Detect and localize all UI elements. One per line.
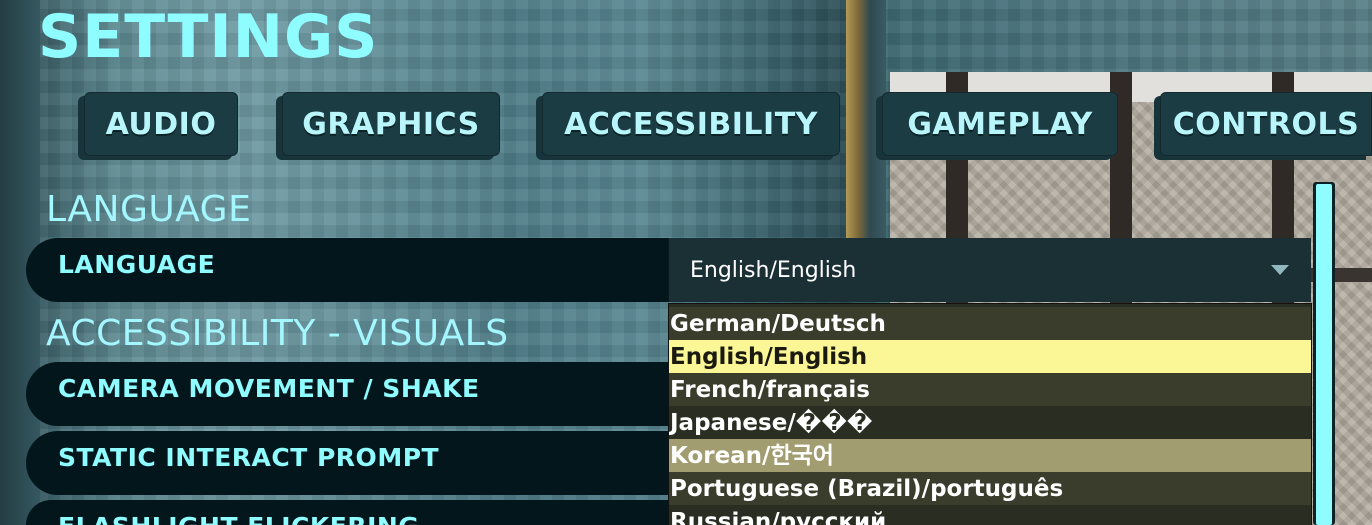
scrollbar-thumb[interactable] [1316,184,1332,525]
setting-row-static-prompt[interactable]: STATIC INTERACT PROMPT [26,431,668,495]
language-option-english[interactable]: English/English [669,340,1311,373]
language-option-russian[interactable]: Russian/русский [669,505,1311,525]
setting-label-camera-shake: CAMERA MOVEMENT / SHAKE [58,374,480,403]
tab-accessibility[interactable]: ACCESSIBILITY [542,92,840,156]
tab-graphics[interactable]: GRAPHICS [282,92,500,156]
setting-row-flashlight[interactable]: FLASHLIGHT FLICKERING [26,500,668,525]
tab-gameplay[interactable]: GAMEPLAY [882,92,1118,156]
setting-row-language: LANGUAGE [26,238,668,302]
language-option-portuguese[interactable]: Portuguese (Brazil)/português [669,472,1311,505]
language-dropdown[interactable]: English/English [668,238,1311,302]
language-option-german[interactable]: German/Deutsch [669,307,1311,340]
language-dropdown-list: German/Deutsch English/English French/fr… [668,303,1312,525]
language-option-french[interactable]: French/français [669,373,1311,406]
setting-label-language: LANGUAGE [58,250,216,279]
tab-audio[interactable]: AUDIO [84,92,238,156]
section-header-accessibility-visuals: ACCESSIBILITY - VISUALS [46,313,509,354]
language-option-japanese[interactable]: Japanese/��� [669,406,1311,439]
chevron-down-icon[interactable] [1271,265,1289,275]
language-option-korean[interactable]: Korean/한국어 [669,439,1311,472]
setting-label-static-prompt: STATIC INTERACT PROMPT [58,443,440,472]
language-dropdown-value: English/English [690,258,857,283]
setting-label-flashlight: FLASHLIGHT FLICKERING [58,512,419,525]
tab-controls[interactable]: CONTROLS [1160,92,1372,156]
page-title: SETTINGS [38,2,379,72]
setting-row-camera-shake[interactable]: CAMERA MOVEMENT / SHAKE [26,362,668,426]
section-header-language: LANGUAGE [46,189,252,230]
